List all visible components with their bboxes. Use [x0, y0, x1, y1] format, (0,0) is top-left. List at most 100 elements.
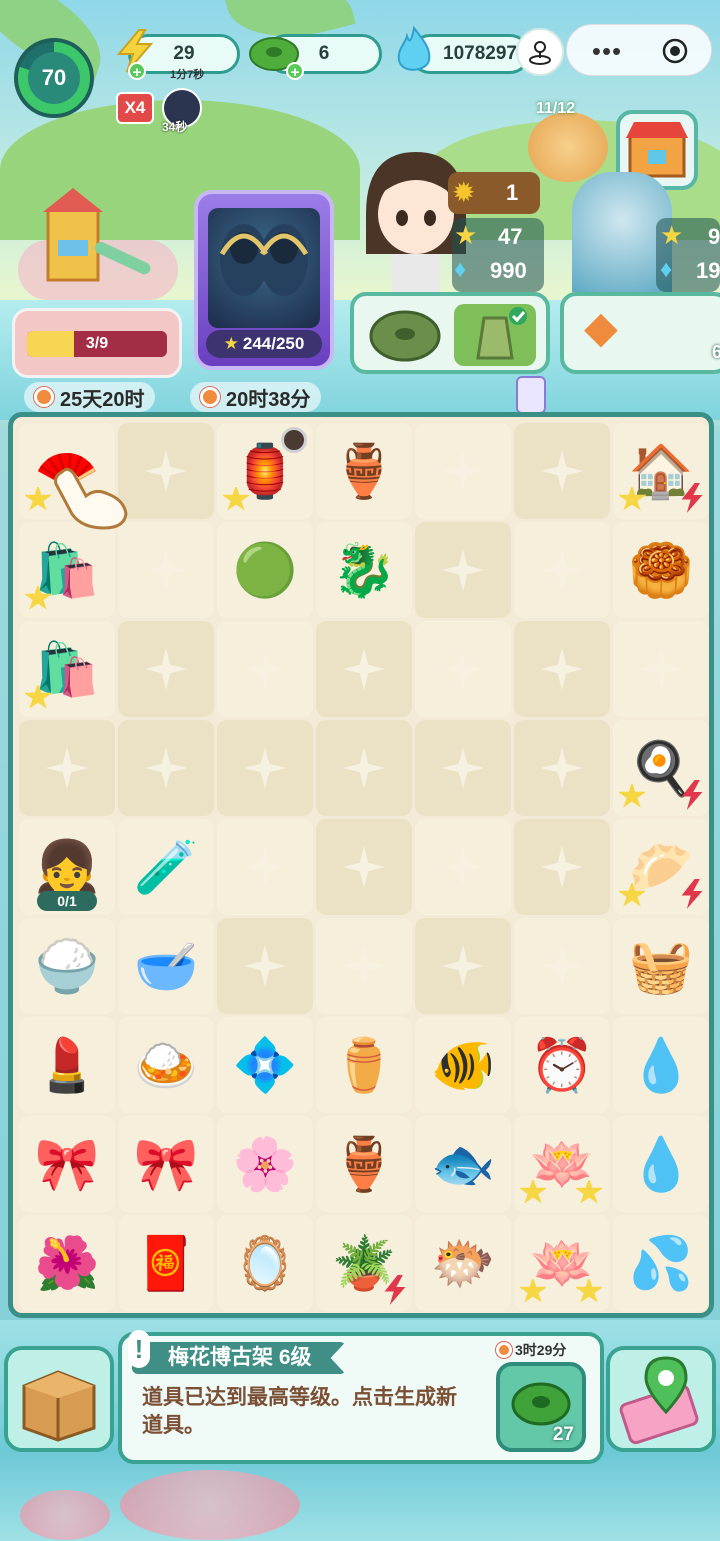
side-flame-value: 19	[696, 258, 720, 283]
empty-board-cell[interactable]	[316, 621, 412, 717]
empty-board-cell[interactable]	[514, 720, 610, 816]
kitchen-stall-item[interactable]: 🍳	[613, 720, 709, 816]
blue-flame-item[interactable]: 💧	[613, 1017, 709, 1113]
empty-board-cell[interactable]	[118, 423, 214, 519]
porridge-bowl-item[interactable]: 🥣	[118, 918, 214, 1014]
jade-vessel-item[interactable]: 🏺	[316, 423, 412, 519]
compact-mirror-icon: 🪞	[232, 1234, 298, 1293]
celadon-vase-item[interactable]: ⚱️	[316, 1017, 412, 1113]
empty-board-cell[interactable]	[415, 423, 511, 519]
empty-board-cell[interactable]	[514, 522, 610, 618]
twin-flame-item[interactable]: 💦	[613, 1215, 709, 1311]
fancy-goldfish-item[interactable]: 🐡	[415, 1215, 511, 1311]
multiplier-badge[interactable]: X4	[116, 92, 154, 124]
porcelain-vase-item[interactable]: 🏺	[316, 1116, 412, 1212]
gift-bags-item[interactable]: 🛍️	[19, 621, 115, 717]
storage-box-button[interactable]	[4, 1346, 114, 1452]
mooncake-item[interactable]: 🥮	[613, 522, 709, 618]
produce-count: 27	[552, 1424, 574, 1445]
hairpin-item[interactable]: 💠	[217, 1017, 313, 1113]
compact-mirror-item[interactable]: 🪞	[217, 1215, 313, 1311]
empty-board-cell[interactable]	[415, 621, 511, 717]
close-target-button[interactable]	[652, 28, 698, 74]
fried-rice-item[interactable]: 🍛	[118, 1017, 214, 1113]
betta-fish-item[interactable]: 🐟	[415, 1116, 511, 1212]
steamer-dumpling-item[interactable]: 🥟	[613, 819, 709, 915]
reward-card[interactable]	[350, 292, 550, 374]
lotus-pond-item[interactable]: 🪴	[316, 1215, 412, 1311]
side-reward-card[interactable]: ◆ 6	[560, 292, 720, 374]
blue-flame-item[interactable]: 💧	[613, 1116, 709, 1212]
boost-timer: 34秒	[162, 120, 188, 134]
red-flower-knot-item[interactable]: 🌺	[19, 1215, 115, 1311]
rice-bowl-item[interactable]: 🍚	[19, 918, 115, 1014]
lotus-flowers-item[interactable]: 🪷	[514, 1215, 610, 1311]
empty-board-cell[interactable]	[415, 918, 511, 1014]
joystick-icon[interactable]	[516, 28, 564, 76]
chinese-knot-item[interactable]: 🎀	[19, 1116, 115, 1212]
chinese-knot-item[interactable]: 🎀	[118, 1116, 214, 1212]
more-menu-button[interactable]: •••	[584, 28, 630, 74]
celadon-vase-icon: ⚱️	[331, 1036, 397, 1095]
empty-board-cell[interactable]	[415, 819, 511, 915]
energy-value: 29	[173, 43, 195, 64]
empty-board-cell[interactable]	[415, 720, 511, 816]
add-energy-button[interactable]: +	[128, 62, 146, 81]
document-icon[interactable]	[516, 376, 546, 414]
empty-board-cell[interactable]	[217, 918, 313, 1014]
item-info-panel: 梅花博古架 6级 ! 道具已达到最高等级。点击生成新道具。 3时29分 27	[118, 1330, 604, 1464]
embroidered-pouch-item[interactable]: 🧧	[118, 1215, 214, 1311]
empty-board-cell[interactable]	[118, 522, 214, 618]
star-icon: ★	[223, 334, 239, 353]
empty-board-cell[interactable]	[118, 720, 214, 816]
antique-shelf-item[interactable]: 🏮	[217, 423, 313, 519]
empty-board-cell[interactable]	[514, 621, 610, 717]
empty-board-cell[interactable]	[514, 819, 610, 915]
empty-board-cell[interactable]	[19, 720, 115, 816]
customer-avatar[interactable]	[528, 112, 608, 182]
potion-bottle-item[interactable]: 🧪	[118, 819, 214, 915]
blue-flame-icon: 💧	[628, 1135, 694, 1194]
produce-jade-button[interactable]: 27	[496, 1362, 586, 1452]
hero-card[interactable]: ★ 244/250	[194, 190, 334, 370]
customer-girl-item[interactable]: 👧 0/1	[19, 819, 115, 915]
jade-vessel-icon: 🏺	[331, 442, 397, 501]
steamer-stack-item[interactable]: 🧺	[613, 918, 709, 1014]
info-exclamation-icon: !	[128, 1330, 150, 1368]
empty-board-cell[interactable]	[514, 918, 610, 1014]
gift-bags-item[interactable]: 🛍️	[19, 522, 115, 618]
lotus-decoration	[20, 1490, 110, 1540]
energy-refill-timer: 1分7秒	[170, 69, 205, 81]
clock-icon	[34, 387, 54, 407]
empty-board-cell[interactable]	[316, 720, 412, 816]
sunflower-counter[interactable]: ✹ 1	[448, 172, 540, 214]
goldfish-item[interactable]: 🐠	[415, 1017, 511, 1113]
lipstick-item[interactable]: 💄	[19, 1017, 115, 1113]
empty-board-cell[interactable]	[217, 819, 313, 915]
lotus-flowers-item[interactable]: 🪷	[514, 1116, 610, 1212]
empty-board-cell[interactable]	[217, 621, 313, 717]
player-level-badge[interactable]: 70	[14, 38, 94, 118]
add-jade-button[interactable]: +	[286, 62, 304, 81]
empty-board-cell[interactable]	[118, 621, 214, 717]
empty-board-cell[interactable]	[514, 423, 610, 519]
alarm-clock-item[interactable]: ⏰	[514, 1017, 610, 1113]
embroidered-pouch-icon: 🧧	[133, 1234, 199, 1293]
shop-building-item[interactable]: 🏠	[613, 423, 709, 519]
target-circle-icon	[662, 38, 688, 64]
empty-board-cell[interactable]	[613, 621, 709, 717]
hero-portrait	[208, 208, 320, 328]
empty-board-cell[interactable]	[415, 522, 511, 618]
playground-progress-card[interactable]: 3/9	[12, 308, 182, 378]
playground-progress-bar: 3/9	[27, 331, 167, 357]
pearl-hairpin-item[interactable]: 🌸	[217, 1116, 313, 1212]
empty-board-cell[interactable]	[217, 720, 313, 816]
empty-board-cell[interactable]	[316, 918, 412, 1014]
jade-ring-piece-item[interactable]: 🟢	[217, 522, 313, 618]
empty-board-cell[interactable]	[316, 819, 412, 915]
cardboard-box-icon	[22, 1370, 96, 1442]
playground-building[interactable]	[18, 180, 178, 305]
side-character-stats: ★ 9 ♦ 19	[656, 218, 720, 292]
map-button[interactable]	[606, 1346, 716, 1452]
jade-dragon-item[interactable]: 🐉	[316, 522, 412, 618]
